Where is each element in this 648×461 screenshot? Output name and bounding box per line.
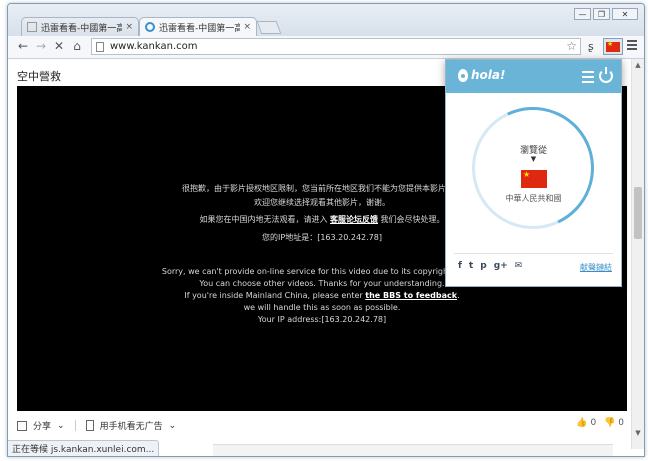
thumbs-up-icon: 👍: [576, 418, 588, 428]
status-bar: 正在等候 js.kankan.xunlei.com...: [8, 440, 160, 456]
notice-text: .: [457, 291, 460, 300]
scroll-up-icon[interactable]: ▲: [632, 61, 644, 69]
url-text: www.kankan.com: [110, 41, 198, 52]
tab-close-icon[interactable]: ×: [125, 22, 133, 32]
like-count: 0: [590, 418, 597, 428]
bookmark-star-icon[interactable]: ☆: [566, 39, 577, 53]
chevron-down-icon[interactable]: ⌄: [169, 421, 177, 431]
window-controls: — ❐ ✕: [574, 8, 638, 20]
tab-close-icon[interactable]: ×: [243, 22, 251, 32]
browser-toolbar: ← → ✕ ⌂ www.kankan.com ☆ ʂ: [8, 36, 644, 59]
tab-active[interactable]: 迅雷看看-中國第一高清影 ×: [139, 17, 257, 36]
hola-flame-icon: [458, 68, 468, 82]
video-title: 空中營救: [17, 70, 61, 83]
tab-title: 迅雷看看-中國第一高清影: [159, 23, 240, 34]
hola-menu-icon[interactable]: [582, 71, 594, 86]
hola-extension-button[interactable]: [603, 38, 623, 55]
new-tab-button[interactable]: [256, 21, 282, 34]
dislike-button[interactable]: 👎 0: [604, 418, 624, 428]
country-name: 中華人民共和國: [505, 194, 562, 203]
rating-controls: 👍 0 👎 0: [576, 418, 624, 428]
hola-header: hola!: [446, 60, 621, 93]
page-icon: [96, 41, 104, 52]
divider: [454, 253, 613, 254]
hola-popup: hola! 瀏覽從 ▼ 中華人民共和國 f t p g+ ✉ 献聲鏈結: [445, 59, 622, 287]
share-icon: [17, 420, 27, 431]
close-window-button[interactable]: ✕: [612, 8, 638, 20]
title-bar: 迅雷看看-中國第一高清影 × 迅雷看看-中國第一高清影 × — ❐ ✕: [8, 4, 644, 36]
power-icon[interactable]: [599, 67, 613, 83]
like-button[interactable]: 👍 0: [576, 418, 596, 428]
notice-en-line: we will handle this as soon as possible.: [243, 303, 401, 312]
progress-ring-arc: [454, 89, 612, 247]
notice-text: 如果您在中国内地无法观看，请进入: [199, 215, 328, 224]
home-button[interactable]: ⌂: [70, 39, 84, 53]
pinterest-icon[interactable]: p: [480, 261, 486, 271]
twitter-icon[interactable]: t: [469, 261, 473, 271]
china-flag-icon: [606, 40, 620, 52]
vertical-scrollbar[interactable]: ▲ ▼: [631, 59, 644, 449]
mobile-phone-icon: [85, 420, 94, 431]
email-icon[interactable]: ✉: [515, 261, 523, 271]
google-plus-icon[interactable]: g+: [494, 261, 508, 271]
minimize-button[interactable]: —: [574, 8, 591, 20]
extension-icon[interactable]: ʂ: [588, 40, 594, 53]
back-button[interactable]: ←: [16, 39, 30, 53]
facebook-icon[interactable]: f: [458, 261, 462, 271]
hola-logo-text: hola!: [471, 68, 506, 82]
ip-address-en: Your IP address:[163.20.242.78]: [257, 315, 387, 324]
scroll-down-icon[interactable]: ▼: [632, 429, 644, 437]
loading-spinner-icon: [145, 22, 155, 32]
notice-en-line: If you're inside Mainland China, please …: [17, 291, 627, 300]
restore-button[interactable]: ❐: [593, 8, 610, 20]
video-actions: 分享 ⌄ 用手机看无广告 ⌄: [17, 419, 176, 432]
forward-button[interactable]: →: [34, 39, 48, 53]
social-share-icons: f t p g+ ✉: [458, 261, 522, 271]
scrollbar-thumb[interactable]: [634, 187, 642, 239]
tab-title: 迅雷看看-中國第一高清影: [41, 23, 122, 34]
arrow-down-icon: ▼: [530, 155, 537, 163]
feedback-link[interactable]: 献聲鏈結: [580, 262, 612, 273]
address-bar[interactable]: www.kankan.com ☆: [91, 38, 581, 55]
country-flag-button[interactable]: [521, 170, 547, 188]
chevron-down-icon[interactable]: ⌄: [57, 421, 65, 431]
share-button[interactable]: 分享: [33, 419, 51, 432]
browser-menu-icon[interactable]: [627, 40, 637, 52]
tab-inactive[interactable]: 迅雷看看-中國第一高清影 ×: [21, 17, 139, 36]
stop-button[interactable]: ✕: [52, 39, 66, 53]
notice-text: 我们会尽快处理。: [380, 215, 445, 224]
thumbs-down-icon: 👎: [604, 418, 616, 428]
horizontal-scroll-track: [213, 444, 613, 456]
hola-logo: hola!: [458, 68, 505, 82]
watch-on-mobile-button[interactable]: 用手机看无广告: [100, 419, 163, 432]
forum-feedback-link[interactable]: 客服论坛反馈: [330, 215, 378, 224]
bbs-feedback-link[interactable]: the BBS to feedback: [365, 291, 457, 300]
divider: [74, 420, 76, 431]
page-favicon-icon: [27, 22, 37, 32]
notice-text: If you're inside Mainland China, please …: [184, 291, 363, 300]
dislike-count: 0: [618, 418, 624, 428]
